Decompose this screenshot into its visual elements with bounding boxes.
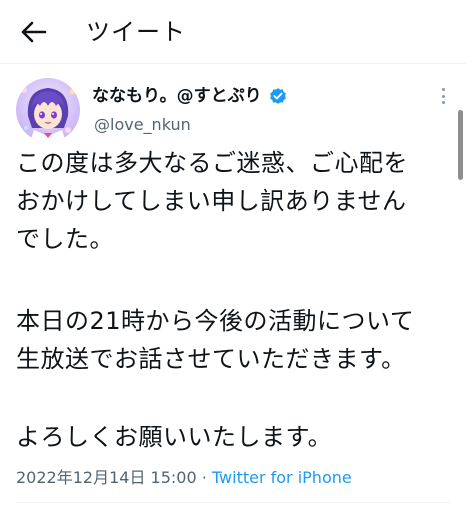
tweet-text-line: でした。 [16,225,114,253]
tweet-text-line: 生放送でお話させていただきます。 [16,345,406,373]
tweet-text-line: この度は多大なるご迷惑、ご心配を [16,149,408,177]
tweet-source-link[interactable]: Twitter for iPhone [212,468,352,487]
tweet-text-line: 本日の21時から今後の活動について [16,307,415,335]
tweet-timestamp[interactable]: 2022年12月14日 15:00 [16,468,197,487]
author-display-name: ななもり。@すとぷり [92,86,262,106]
verified-badge-icon [268,86,288,106]
meta-separator: · [196,468,212,487]
more-options-button[interactable] [436,86,450,106]
avatar-image [16,78,80,142]
top-bar: ツイート [0,0,466,64]
more-vertical-icon-dot [441,94,445,98]
tweet-text-line: おかけしてしまい申し訳ありません [16,187,407,215]
author-name-row[interactable]: ななもり。@すとぷり [92,84,288,108]
back-button[interactable] [18,16,50,48]
author-handle[interactable]: @love_nkun [94,114,191,136]
avatar[interactable] [16,78,80,142]
more-vertical-icon-dot [441,101,445,104]
more-vertical-icon [441,88,445,91]
page-title: ツイート [86,18,186,46]
arrow-left-icon [21,21,47,43]
scrollbar[interactable] [458,110,463,180]
tweet-meta: 2022年12月14日 15:00 · Twitter for iPhone [16,466,352,490]
divider [16,502,450,503]
tweet-text-line: よろしくお願いいたします。 [16,423,333,451]
tweet-detail-page: ツイート ななもり。@すとぷり @love_nkun この度は多大なるご迷惑、ご… [0,0,466,512]
